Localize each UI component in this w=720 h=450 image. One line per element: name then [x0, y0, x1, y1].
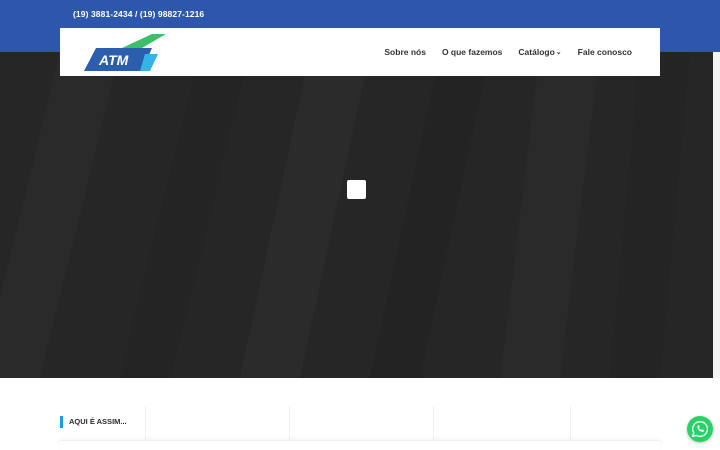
nav-sobre-nos[interactable]: Sobre nós [384, 47, 426, 57]
scrollbar-track[interactable] [713, 52, 720, 378]
section-divider [570, 406, 571, 440]
section-divider [289, 406, 290, 440]
navbar: ATM Sobre nós O que fazemos Catálogo ⌄ Fa… [60, 28, 660, 76]
whatsapp-icon [691, 420, 709, 438]
hero-banner [0, 52, 713, 378]
section-divider [145, 406, 146, 440]
loading-spinner [347, 180, 366, 199]
section-title: AQUI É ASSIM... [60, 416, 127, 428]
phone-numbers: (19) 3881-2434 / (19) 98827-1216 [73, 9, 205, 19]
nav-catalogo[interactable]: Catálogo ⌄ [518, 47, 561, 57]
main-menu: Sobre nós O que fazemos Catálogo ⌄ Fale c… [368, 28, 632, 76]
atm-logo[interactable]: ATM [82, 33, 168, 71]
chevron-down-icon: ⌄ [555, 48, 562, 56]
section-divider [433, 406, 434, 440]
content-card [60, 440, 660, 450]
hero-background-pattern [0, 52, 690, 378]
whatsapp-button[interactable] [687, 416, 713, 442]
logo-text: ATM [98, 52, 129, 68]
nav-fale-conosco[interactable]: Fale conosco [578, 47, 632, 57]
atm-logo-icon: ATM [84, 34, 166, 71]
aqui-e-assim-section: AQUI É ASSIM... [0, 378, 720, 450]
nav-o-que-fazemos[interactable]: O que fazemos [442, 47, 502, 57]
